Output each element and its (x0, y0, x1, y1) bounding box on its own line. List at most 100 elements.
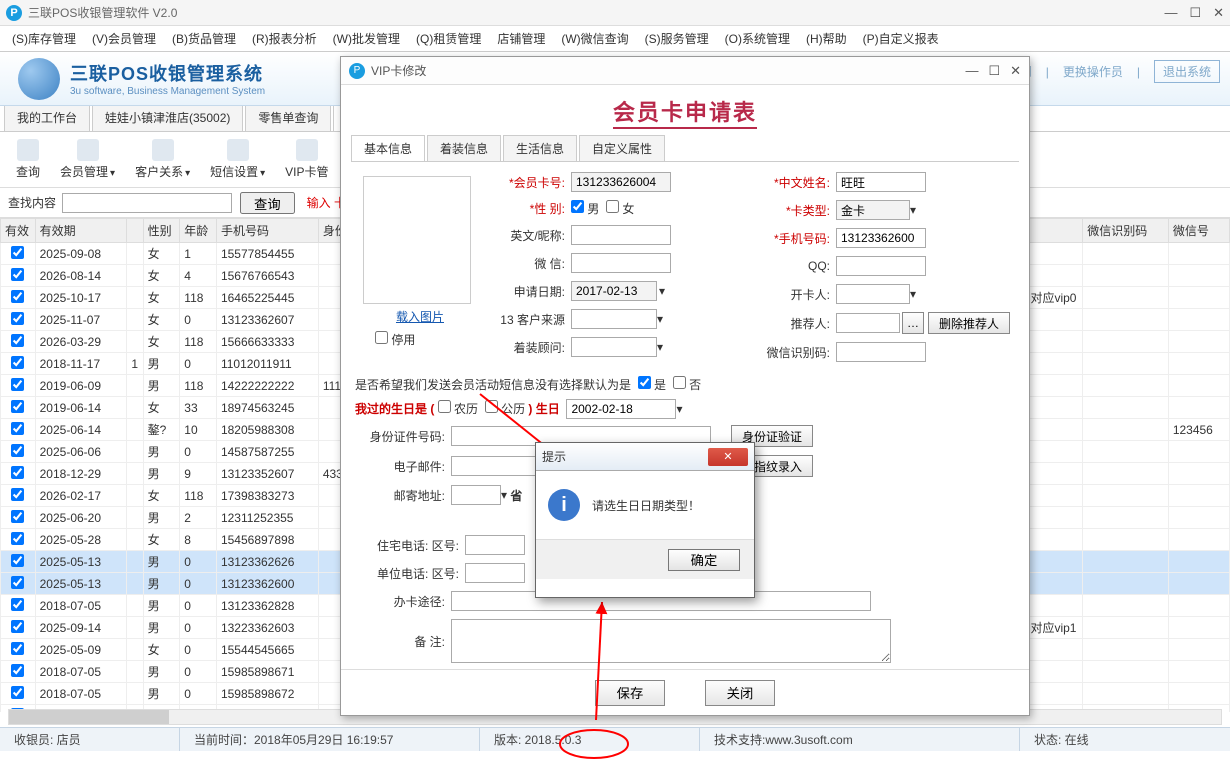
column-header[interactable]: 有效 (1, 219, 36, 243)
tool-vipcard[interactable]: VIP卡管 (277, 137, 336, 182)
row-checkbox[interactable] (11, 422, 24, 435)
ename-field[interactable] (571, 225, 671, 245)
row-checkbox[interactable] (11, 246, 24, 259)
cname-field[interactable] (836, 172, 926, 192)
tool-query[interactable]: 查询 (8, 137, 48, 182)
column-header[interactable] (127, 219, 143, 243)
doc-tab[interactable]: 我的工作台 (4, 103, 90, 131)
close-button[interactable]: ✕ (1213, 5, 1224, 21)
dialog-titlebar[interactable]: P VIP卡修改 — ☐ ✕ (341, 57, 1029, 85)
custsrc-field[interactable] (571, 309, 657, 329)
alert-ok-button[interactable]: 确定 (668, 549, 740, 571)
tool-member[interactable]: 会员管理 (52, 137, 123, 182)
maximize-button[interactable]: ☐ (1189, 5, 1201, 21)
row-checkbox[interactable] (11, 378, 24, 391)
work-area-field[interactable] (465, 563, 525, 583)
column-header[interactable]: 性别 (143, 219, 180, 243)
row-checkbox[interactable] (11, 400, 24, 413)
dialog-tab[interactable]: 着装信息 (427, 135, 501, 161)
menu-item[interactable]: (H)帮助 (798, 27, 855, 50)
sms-no[interactable]: 否 (673, 378, 701, 392)
search-input[interactable] (62, 193, 232, 213)
doc-tab[interactable]: 娃娃小镇津淮店(35002) (92, 103, 243, 131)
stop-checkbox[interactable]: 停用 (375, 333, 415, 347)
menu-item[interactable]: (P)自定义报表 (855, 27, 947, 50)
dialog-tab[interactable]: 基本信息 (351, 135, 425, 161)
menu-item[interactable]: (W)批发管理 (325, 27, 408, 50)
row-checkbox[interactable] (11, 598, 24, 611)
row-checkbox[interactable] (11, 510, 24, 523)
row-checkbox[interactable] (11, 466, 24, 479)
addr-prov-field[interactable] (451, 485, 501, 505)
row-checkbox[interactable] (11, 356, 24, 369)
menu-item[interactable]: (V)会员管理 (84, 27, 164, 50)
dialog-minimize-button[interactable]: — (965, 63, 978, 79)
menu-item[interactable]: (S)服务管理 (637, 27, 717, 50)
row-checkbox[interactable] (11, 686, 24, 699)
sms-yes[interactable]: 是 (638, 378, 666, 392)
tool-sms[interactable]: 短信设置 (202, 137, 273, 182)
home-area-field[interactable] (465, 535, 525, 555)
close-dialog-button[interactable]: 关闭 (705, 680, 775, 706)
dialog-maximize-button[interactable]: ☐ (988, 63, 1000, 79)
dialog-tab[interactable]: 生活信息 (503, 135, 577, 161)
column-header[interactable]: 年龄 (180, 219, 217, 243)
menu-item[interactable]: (Q)租赁管理 (408, 27, 489, 50)
applydate-field[interactable] (571, 281, 657, 301)
qq-field[interactable] (836, 256, 926, 276)
sex-female[interactable]: 女 (606, 200, 634, 217)
pick-recommender-button[interactable]: … (902, 312, 924, 334)
row-checkbox[interactable] (11, 664, 24, 677)
menu-item[interactable]: (W)微信查询 (553, 27, 636, 50)
row-checkbox[interactable] (11, 312, 24, 325)
menu-item[interactable]: (O)系统管理 (717, 27, 798, 50)
row-checkbox[interactable] (11, 620, 24, 633)
birthday-solar[interactable]: 公历 (485, 402, 525, 416)
row-checkbox[interactable] (11, 444, 24, 457)
row-checkbox[interactable] (11, 268, 24, 281)
row-checkbox[interactable] (11, 532, 24, 545)
column-header[interactable]: 微信号 (1168, 219, 1229, 243)
dialog-close-button[interactable]: ✕ (1010, 63, 1021, 79)
row-checkbox[interactable] (11, 488, 24, 501)
alert-close-button[interactable]: ✕ (708, 448, 748, 466)
mobile-field[interactable] (836, 228, 926, 248)
menu-item[interactable]: 店铺管理 (489, 27, 553, 50)
menu-item[interactable]: (B)货品管理 (164, 27, 244, 50)
recommender-field[interactable] (836, 313, 900, 333)
info-icon: i (548, 489, 580, 521)
alert-titlebar[interactable]: 提示 ✕ (536, 443, 754, 471)
opener-field[interactable] (836, 284, 910, 304)
row-checkbox[interactable] (11, 290, 24, 303)
row-checkbox[interactable] (11, 576, 24, 589)
search-button[interactable]: 查询 (240, 192, 295, 214)
minimize-button[interactable]: — (1164, 5, 1177, 21)
note-field[interactable] (451, 619, 891, 663)
dresser-field[interactable] (571, 337, 657, 357)
menu-item[interactable]: (S)库存管理 (4, 27, 84, 50)
column-header[interactable]: 手机号码 (216, 219, 318, 243)
cardno-field[interactable] (571, 172, 671, 192)
column-header[interactable]: 有效期 (35, 219, 127, 243)
wechat-field[interactable] (571, 253, 671, 273)
action-switch-operator[interactable]: 更换操作员 (1063, 63, 1123, 80)
row-checkbox[interactable] (11, 334, 24, 347)
dialog-tab[interactable]: 自定义属性 (579, 135, 665, 161)
wxid-field[interactable] (836, 342, 926, 362)
cardtype-field[interactable] (836, 200, 910, 220)
search-label: 查找内容 (8, 194, 56, 211)
upload-photo-link[interactable]: 载入图片 (355, 308, 485, 325)
birthday-lunar[interactable]: 农历 (438, 402, 478, 416)
dialog-tabs: 基本信息着装信息生活信息自定义属性 (351, 135, 1019, 162)
save-button[interactable]: 保存 (595, 680, 665, 706)
delete-recommender-button[interactable]: 删除推荐人 (928, 312, 1010, 334)
sex-male[interactable]: 男 (571, 200, 599, 217)
row-checkbox[interactable] (11, 554, 24, 567)
tool-crm[interactable]: 客户关系 (127, 137, 198, 182)
birthday-field[interactable] (566, 399, 676, 419)
row-checkbox[interactable] (11, 642, 24, 655)
column-header[interactable]: 微信识别码 (1083, 219, 1169, 243)
menu-item[interactable]: (R)报表分析 (244, 27, 325, 50)
doc-tab[interactable]: 零售单查询 (245, 103, 331, 131)
action-exit[interactable]: 退出系统 (1154, 60, 1220, 83)
